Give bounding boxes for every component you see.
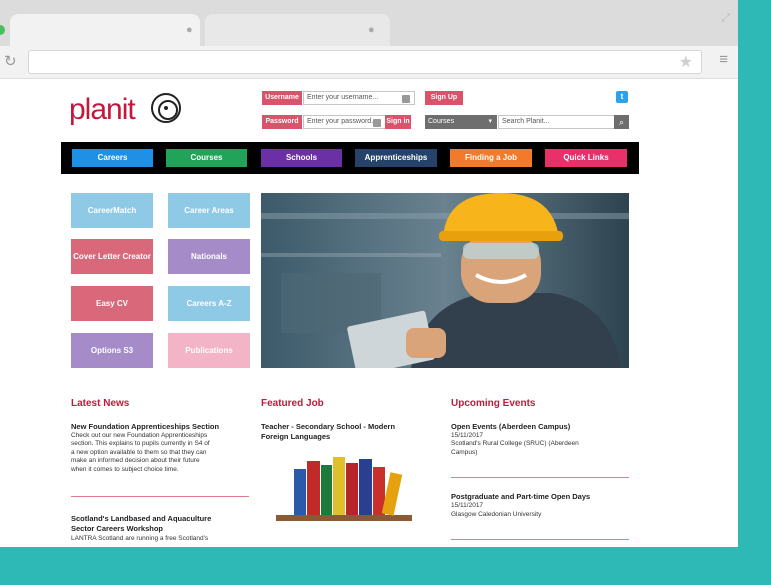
twitter-icon[interactable]: t	[616, 91, 628, 103]
keyboard-icon[interactable]	[373, 119, 381, 127]
password-input[interactable]: Enter your password...	[303, 115, 386, 129]
tile-cover-letter-creator[interactable]: Cover Letter Creator	[71, 239, 153, 274]
tab-bar: ● ● ⤢	[0, 0, 738, 46]
username-input[interactable]: Enter your username...	[303, 91, 415, 105]
tile-easy-cv[interactable]: Easy CV	[71, 286, 153, 321]
nav-apprenticeships[interactable]: Apprenticeships	[355, 149, 437, 167]
nav-schools[interactable]: Schools	[261, 149, 342, 167]
tile-careers-a-z[interactable]: Careers A-Z	[168, 286, 250, 321]
tile-options-s3[interactable]: Options S3	[71, 333, 153, 368]
search-input[interactable]: Search Planit...	[498, 115, 615, 129]
window-control-icon[interactable]	[0, 25, 5, 35]
tile-career-areas[interactable]: Career Areas	[168, 193, 250, 228]
books-image	[276, 457, 412, 521]
browser-window: ● ● ⤢ ↻ ★ ≡ planit Username Enter your u…	[0, 0, 738, 547]
divider	[71, 496, 249, 497]
close-icon[interactable]: ●	[186, 24, 193, 36]
worker-photo	[261, 193, 629, 368]
keyboard-icon[interactable]	[402, 95, 410, 103]
job-title[interactable]: Foreign Languages	[261, 432, 330, 441]
event-title[interactable]: Postgraduate and Part-time Open Days	[451, 492, 590, 501]
page-content: planit Username Enter your username... S…	[0, 79, 738, 547]
latest-news-title: Latest News	[71, 398, 130, 409]
menu-icon[interactable]: ≡	[719, 51, 728, 68]
featured-job-title: Featured Job	[261, 398, 324, 409]
news-item-body: make an informed decision about their fu…	[71, 457, 200, 464]
browser-toolbar: ↻ ★ ≡	[0, 46, 738, 79]
username-placeholder: Enter your username...	[307, 94, 379, 101]
reload-icon[interactable]: ↻	[4, 52, 17, 70]
browser-tab-active[interactable]: ●	[10, 14, 200, 46]
tile-publications[interactable]: Publications	[168, 333, 250, 368]
star-icon[interactable]: ★	[679, 52, 693, 72]
event-location: Scotland's Rural College (SRUC) (Aberdee…	[451, 440, 579, 447]
nav-careers[interactable]: Careers	[72, 149, 153, 167]
chevron-down-icon: ▾	[488, 118, 492, 125]
close-icon[interactable]: ●	[368, 24, 375, 36]
news-item-title[interactable]: Sector Careers Workshop	[71, 524, 163, 533]
password-label: Password	[262, 115, 302, 129]
nav-finding-a-job[interactable]: Finding a Job	[450, 149, 532, 167]
password-placeholder: Enter your password...	[307, 118, 378, 125]
tile-careermatch[interactable]: CareerMatch	[71, 193, 153, 228]
main-nav: Careers Courses Schools Apprenticeships …	[61, 142, 639, 174]
username-label: Username	[262, 91, 302, 105]
event-date: 15/11/2017	[451, 502, 484, 509]
address-bar[interactable]: ★	[28, 50, 702, 74]
background-band	[0, 547, 771, 585]
courses-select-value: Courses	[428, 118, 455, 125]
sign-up-button[interactable]: Sign Up	[425, 91, 463, 105]
nav-courses[interactable]: Courses	[166, 149, 247, 167]
news-item-title[interactable]: Scotland's Landbased and Aquaculture	[71, 514, 211, 523]
news-item-body: LANTRA Scotland are running a free Scotl…	[71, 535, 209, 542]
news-item-body: section. This explains to pupils current…	[71, 440, 210, 447]
search-icon[interactable]: ⌕	[614, 115, 629, 129]
upcoming-events-title: Upcoming Events	[451, 398, 536, 409]
event-title[interactable]: Open Events (Aberdeen Campus)	[451, 422, 570, 431]
event-location: Glasgow Caledonian University	[451, 511, 542, 518]
courses-select[interactable]: Courses ▾	[425, 115, 497, 129]
event-location: Campus)	[451, 449, 478, 456]
fullscreen-icon[interactable]: ⤢	[721, 12, 730, 25]
logo-target-icon	[151, 93, 181, 123]
news-item-body: when it comes to subject choice time.	[71, 466, 179, 473]
divider	[451, 539, 629, 540]
browser-tab[interactable]: ●	[205, 14, 390, 46]
logo-text[interactable]: planit	[69, 93, 136, 127]
job-title[interactable]: Teacher - Secondary School - Modern	[261, 422, 395, 431]
hero-image[interactable]	[261, 193, 629, 368]
tile-nationals[interactable]: Nationals	[168, 239, 250, 274]
search-placeholder: Search Planit...	[502, 118, 550, 125]
nav-quick-links[interactable]: Quick Links	[545, 149, 627, 167]
news-item-title[interactable]: New Foundation Apprenticeships Section	[71, 422, 219, 431]
divider	[451, 477, 629, 478]
sign-in-button[interactable]: Sign in	[385, 115, 411, 129]
